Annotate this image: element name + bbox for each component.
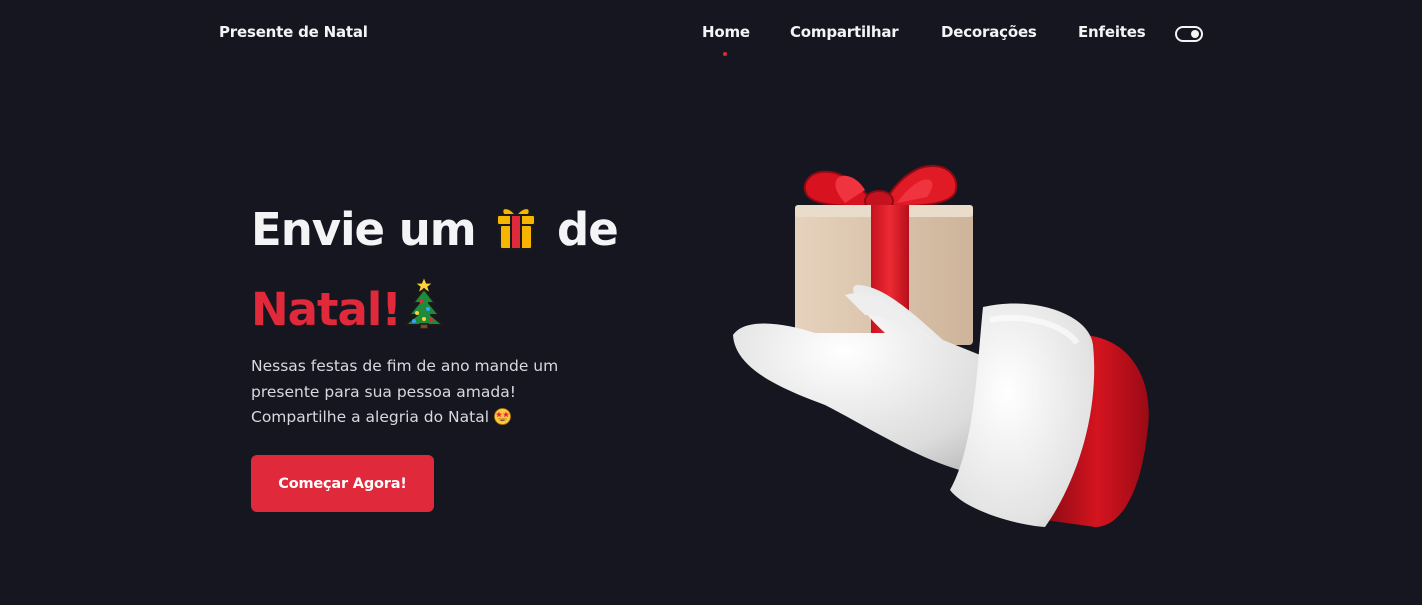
gift-icon (494, 196, 538, 250)
hero-title-mid: de (557, 203, 619, 256)
hero-description: Nessas festas de fim de ano mande um pre… (251, 354, 611, 431)
santa-glove-holding-gift-icon (715, 155, 1165, 540)
hero-title-start: Envie um (251, 203, 477, 256)
star-struck-icon (494, 408, 511, 425)
hero-title-accent: Natal! (251, 283, 402, 336)
toggle-knob (1191, 30, 1199, 38)
hero-description-line-2: presente para sua pessoa amada! (251, 382, 516, 401)
start-now-button[interactable]: Começar Agora! (251, 455, 434, 512)
active-indicator-dot (723, 52, 727, 56)
hero-title: Envie um de Natal! (251, 190, 711, 350)
hero-description-line-1: Nessas festas de fim de ano mande um (251, 357, 559, 375)
nav-home[interactable]: Home (702, 23, 750, 41)
theme-toggle-icon[interactable] (1175, 26, 1203, 42)
hero-description-line-3: Compartilhe a alegria do Natal (251, 408, 490, 426)
page: Presente de Natal Home Compartilhar Deco… (0, 0, 1422, 605)
nav-compartilhar[interactable]: Compartilhar (790, 23, 899, 41)
site-logo[interactable]: Presente de Natal (219, 23, 368, 41)
nav-enfeites[interactable]: Enfeites (1078, 23, 1146, 41)
top-header: Presente de Natal Home Compartilhar Deco… (0, 0, 1422, 68)
christmas-tree-icon (401, 274, 447, 330)
nav-decoracoes[interactable]: Decorações (941, 23, 1037, 41)
